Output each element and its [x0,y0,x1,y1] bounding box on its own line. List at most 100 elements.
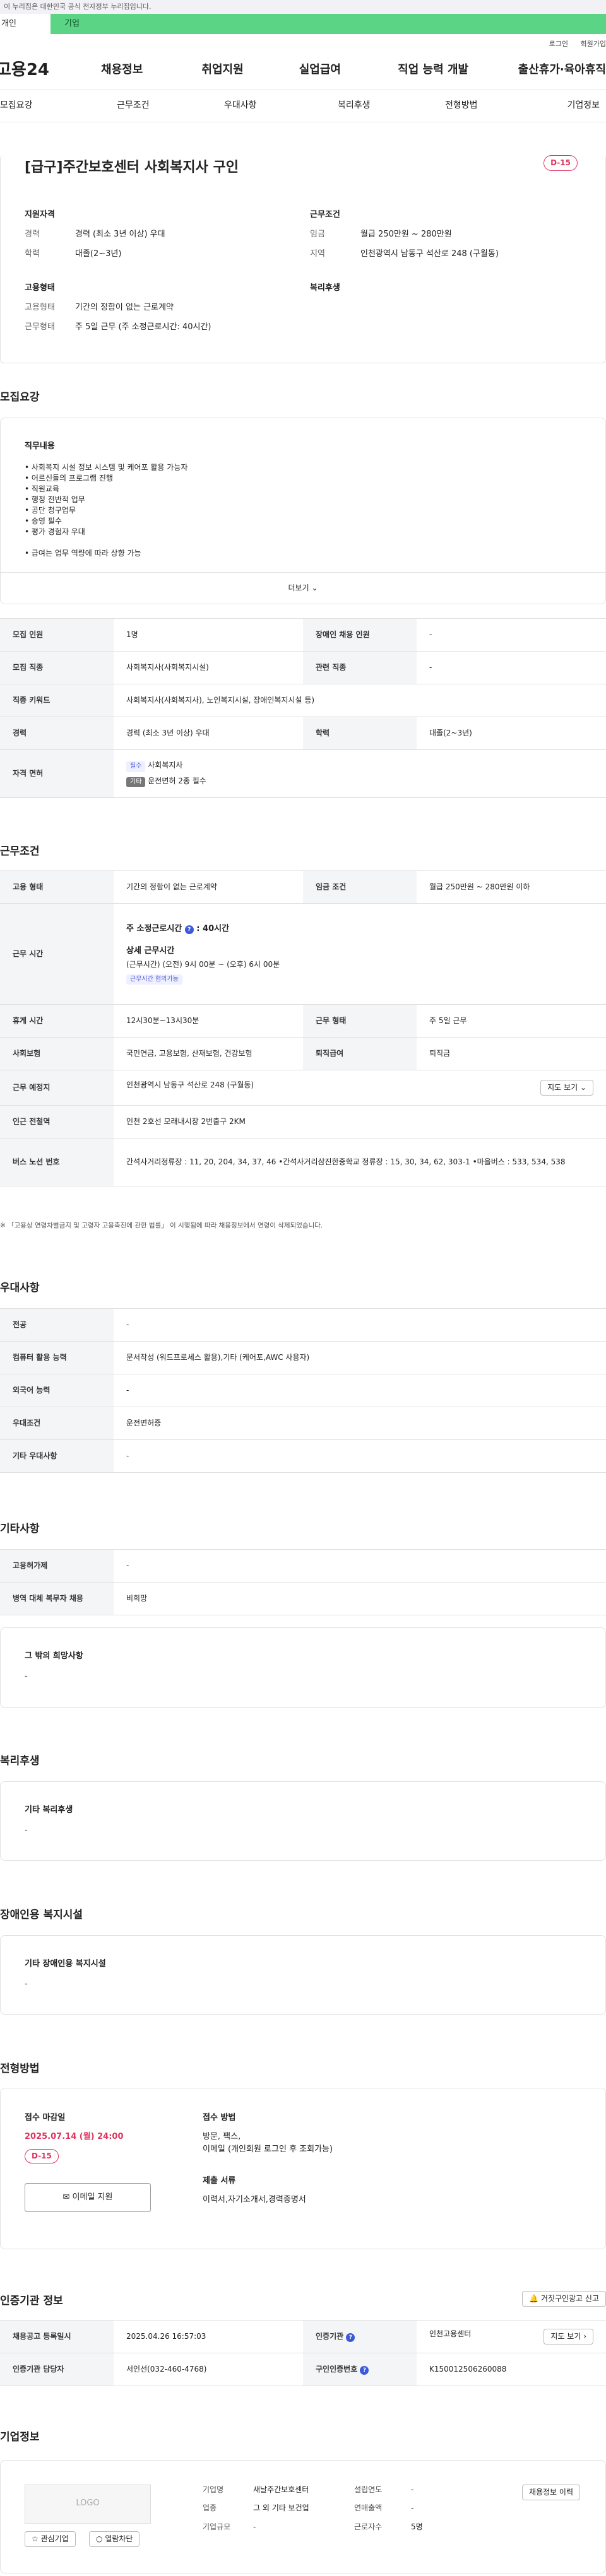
anchor-pref[interactable]: 우대사항 [224,99,338,112]
email-apply-button[interactable]: ✉ 이메일 지원 [25,2183,151,2212]
cell-head: 근무 시간 [0,903,114,1005]
map-button[interactable]: 지도 보기 ⌄ [540,1079,593,1096]
cell-val: 월급 250만원 ~ 280만원 이하 [417,870,606,904]
cell-head: 근무 형태 [303,1004,417,1038]
cell-head: 경력 [0,717,114,750]
disab-card: 기타 장애인용 복지시설 - [0,1935,606,2015]
company-key: 기업규모 [203,2522,231,2531]
duty-list: • 사회복지 시설 정보 시스템 및 케어포 활용 가능자 • 어르신들의 프로그… [25,462,187,559]
duty-item: • 평가 경험자 우대 [25,527,85,536]
license-2: 운전면허 2종 필수 [148,776,206,785]
gnb-item-parental-leave[interactable]: 출산휴가·육아휴직 [499,62,606,78]
method-1: 방문, 팩스, [203,2132,241,2141]
table-row: 전공 - [0,1308,606,1342]
section-title-recruit: 모집요강 [0,391,40,404]
block-icon: ○ [96,2534,103,2543]
anchor-recruit[interactable]: 모집요강 [0,99,117,112]
info-icon[interactable]: ? [184,925,194,934]
cell-head: 채용공고 등록일시 [0,2320,114,2353]
pref-table: 전공 - 컴퓨터 활용 능력 문서작성 (워드프로세스 활용),기타 (케어포,AWC… [0,1308,606,1473]
util-links: 로그인 회원가입 [0,34,606,52]
gnb-item-jobs[interactable]: 채용정보 [72,62,172,78]
dday-badge: D-15 [544,155,578,172]
more-button[interactable]: 더보기 ⌄ [1,572,605,605]
cell-head: 관련 직종 [303,651,417,684]
gnb-item-unemployment[interactable]: 실업급여 [273,62,367,78]
anchor-welfare[interactable]: 복리후생 [338,99,445,112]
duty-item: • 급여는 업무 역량에 따라 상향 가능 [25,549,141,558]
gnb-item-training[interactable]: 직업 능력 개발 [367,62,499,78]
block-view-button[interactable]: ○ 열람차단 [89,2531,140,2548]
cell-head: 외국어 능력 [0,1374,114,1407]
global-nav: 고용24 채용정보 취업지원 실업급여 직업 능력 개발 출산휴가·육아휴직 [0,52,606,90]
cell-val: - [114,1308,606,1342]
cell-val: 기간의 정함이 없는 근로계약 [114,870,303,904]
gnb-item-employment-support[interactable]: 취업지원 [172,62,273,78]
detail-hours: (근무시간) (오전) 9시 00분 ~ (오후) 6시 00분 [126,960,280,969]
tab-personal[interactable]: 개인 [0,14,50,34]
anchor-company[interactable]: 기업정보 [562,99,600,112]
section-title-benefit: 복리후생 [0,1755,40,1767]
cell-head: 인증기관 담당자 [0,2353,114,2386]
hours-main: 주 소정근로시간 [126,923,182,934]
emp-key: 근무형태 [25,322,55,332]
cell-val: 비희망 [114,1582,606,1615]
table-row: 기타 우대사항 - [0,1439,606,1473]
qual-block: 지원자격 경력 경력 (최소 3년 이상) 우대 학력 대졸(2~3년) [25,209,277,268]
cell-val: 주 5일 근무 [417,1004,606,1038]
cell-head: 구인인증번호 ? [303,2353,417,2386]
emp-head: 고용형태 [25,283,55,293]
cond-val: 인천광역시 남동구 석산로 248 (구월동) [360,249,499,259]
emp-val: 주 5일 근무 (주 소정근로시간: 40시간) [75,322,211,332]
deadline-date: 2025.07.14 (월) 24:00 [25,2132,124,2141]
fav-label: 관심기업 [40,2534,69,2543]
false-ad-report-button[interactable]: 🔔 거짓구인광고 신고 [522,2291,606,2307]
map-button-label: 지도 보기 [547,1082,578,1092]
qual-key: 학력 [25,249,40,259]
deadline-head: 접수 마감일 [25,2113,66,2122]
agency-cell: 인천고용센터 지도 보기 › [417,2320,606,2353]
company-row: 기업규모 - 근로자수 5명 [203,2522,423,2532]
duty-item: • 행정 전반적 업무 [25,495,85,504]
favorite-company-button[interactable]: ☆ 관심기업 [25,2531,76,2548]
info-icon[interactable]: ? [346,2333,355,2342]
section-title-pref: 우대사항 [0,1282,40,1294]
hours-cell: 주 소정근로시간 ? : 40시간 상세 근무시간 (근무시간) (오전) 9시… [114,903,606,1005]
job-summary-card: [급구]주간보호센터 사회복지사 구인 D-15 지원자격 경력 경력 (최소 3… [0,155,606,363]
cell-head: 우대조건 [0,1407,114,1440]
company-key: 설립연도 [354,2485,383,2494]
section-title-work: 근무조건 [0,845,40,858]
anchor-work[interactable]: 근무조건 [117,99,224,112]
duty-item: • 사회복지 시설 정보 시스템 및 케어포 활용 가능자 [25,463,188,472]
duty-item: • 송영 필수 [25,517,62,525]
cell-head: 버스 노선 번호 [0,1138,114,1186]
section-title-etc: 기타사항 [0,1523,40,1535]
star-icon: ☆ [32,2534,39,2543]
cell-head: 임금 조건 [303,870,417,904]
site-logo[interactable]: 고용24 [0,59,72,83]
duty-item: • 직원교육 [25,484,60,493]
agency-map-button[interactable]: 지도 보기 › [544,2328,593,2345]
job-history-button[interactable]: 채용정보 이력 [521,2485,580,2501]
cell-val: 사회복지사(사회복지사), 노인복지시설, 장애인복지시설 등) [114,684,606,717]
duty-item [25,537,187,548]
cell-val: 사회복지사(사회복지시설) [114,651,303,684]
mail-icon: ✉ [62,2193,70,2202]
cell-head: 병역 대체 복무자 채용 [0,1582,114,1615]
agency-head-label: 인증기관 [316,2331,344,2341]
benefit-head: 기타 복리후생 [25,1805,73,1815]
method-head: 접수 방법 [203,2113,236,2122]
cell-head: 고용 형태 [0,870,114,904]
login-link[interactable]: 로그인 [549,40,568,48]
anchor-process[interactable]: 전형방법 [445,99,562,112]
docs-val: 이력서,자기소개서,경력증명서 [203,2195,306,2204]
signup-link[interactable]: 회원가입 [581,40,606,48]
company-key: 업종 [203,2503,217,2513]
benefit-val: - [25,1825,28,1835]
cert-head-label: 구인인증번호 [316,2364,358,2374]
tab-company[interactable]: 기업 [50,14,606,34]
required-tag: 필수 [126,761,146,772]
cell-val: 간석사거리정류장 : 11, 20, 204, 34, 37, 46 •간석사거… [114,1138,606,1186]
info-icon[interactable]: ? [360,2365,369,2375]
cell-head: 모집 인원 [0,618,114,652]
